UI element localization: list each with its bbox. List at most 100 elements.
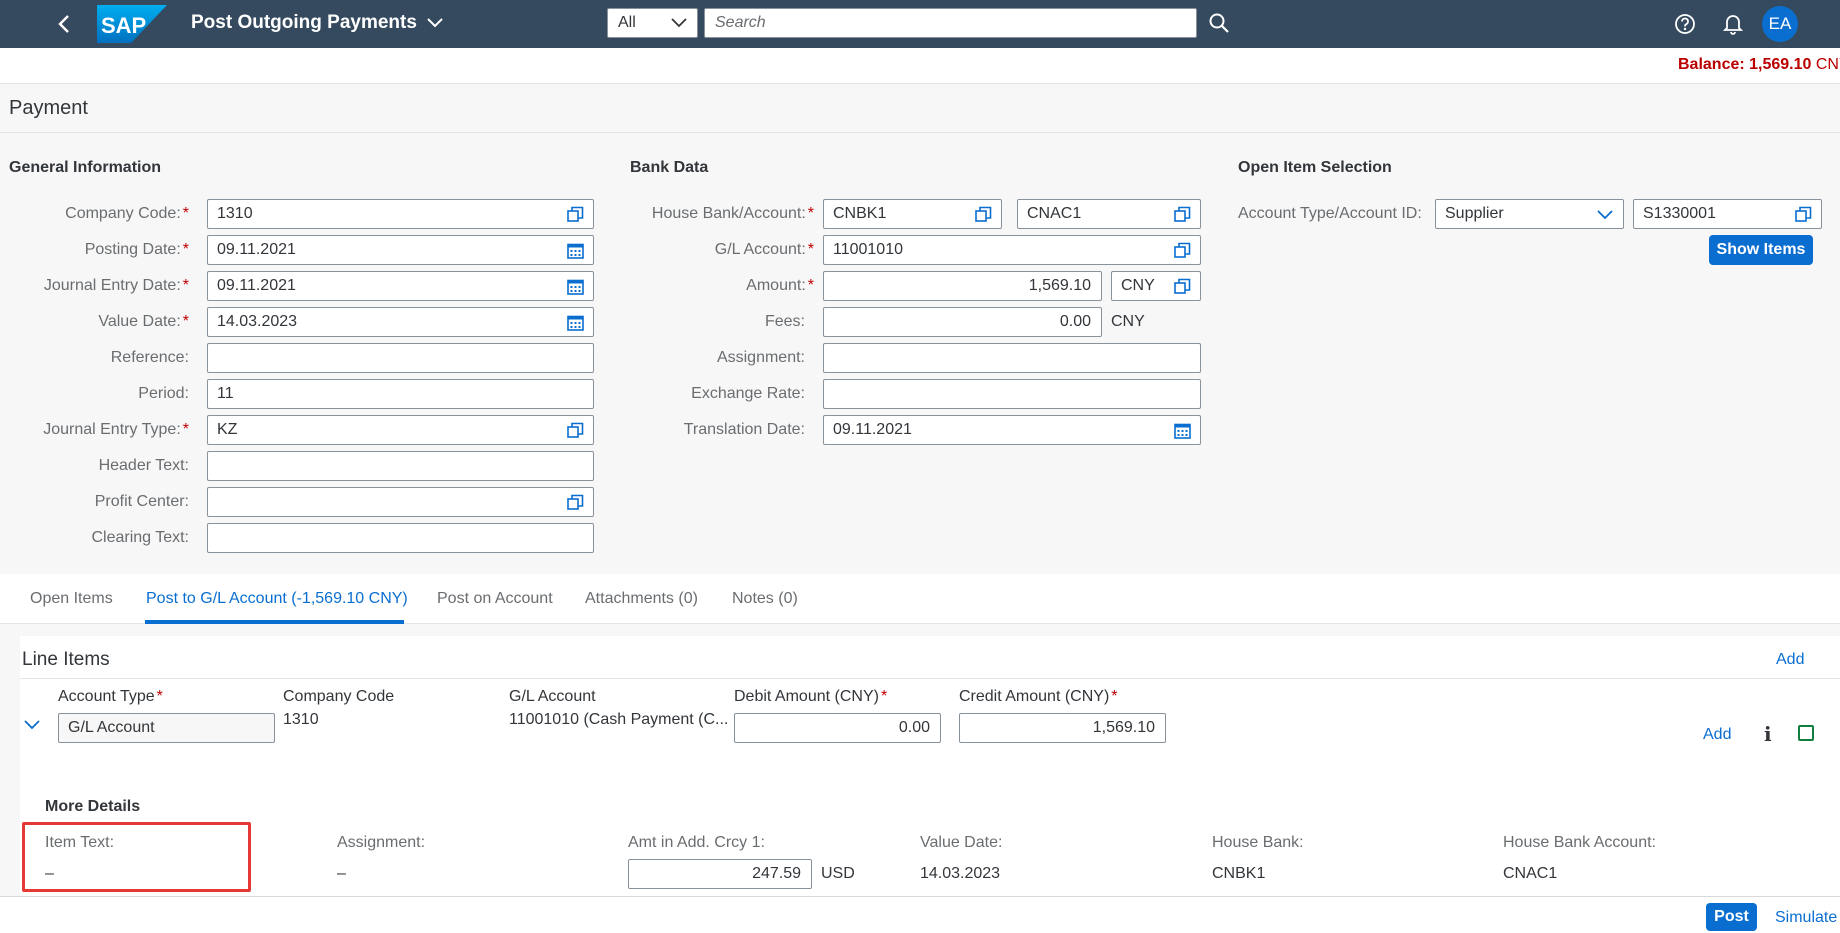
amt-add-crcy-field[interactable]: 247.59 <box>628 859 812 889</box>
show-items-button[interactable]: Show Items <box>1709 235 1813 265</box>
md-assignment-value: – <box>337 865 346 882</box>
bank-data-title: Bank Data <box>630 159 709 176</box>
header-text-label: Header Text: <box>98 457 189 474</box>
back-button[interactable] <box>50 10 78 38</box>
debit-amount-field[interactable]: 0.00 <box>734 713 941 743</box>
gl-account-label: G/L Account: * <box>714 241 814 258</box>
exchange-rate-label: Exchange Rate: <box>691 385 805 402</box>
profit-center-label: Profit Center: <box>94 493 189 510</box>
md-value-date-label: Value Date: <box>920 834 1003 851</box>
simulate-button[interactable]: Simulate <box>1775 909 1837 927</box>
tab-attachments[interactable]: Attachments (0) <box>585 590 698 608</box>
balance-label: Balance: 1,569.10 <box>1678 56 1812 73</box>
gl-account-field[interactable]: 11001010 <box>823 235 1201 265</box>
balance-currency: CNY <box>1815 56 1840 73</box>
chevron-down-icon <box>671 18 687 28</box>
row-gl-account: 11001010 (Cash Payment (C... <box>509 711 729 728</box>
amount-label: Amount: * <box>746 277 814 294</box>
clearing-text-field[interactable] <box>207 523 594 553</box>
search-input[interactable]: Search <box>704 8 1197 38</box>
col-debit-amount: Debit Amount (CNY) * <box>734 688 888 705</box>
post-button[interactable]: Post <box>1706 903 1757 931</box>
search-icon[interactable] <box>1208 12 1230 34</box>
reference-field[interactable] <box>207 343 594 373</box>
fees-currency: CNY <box>1111 313 1145 330</box>
amt-add-crcy-currency: USD <box>821 865 855 882</box>
col-gl-account: G/L Account <box>509 688 596 705</box>
general-info-title: General Information <box>9 159 162 176</box>
avatar-initials: EA <box>1768 14 1792 33</box>
row-add-link[interactable]: Add <box>1703 726 1731 744</box>
app-title-text: Post Outgoing Payments <box>191 12 417 33</box>
translation-date-label: Translation Date: <box>683 421 805 438</box>
journal-entry-date-field[interactable]: 09.11.2021 <box>207 271 594 301</box>
tab-bar: Open Items Post to G/L Account (-1,569.1… <box>0 574 1840 624</box>
translation-date-field[interactable]: 09.11.2021 <box>823 415 1201 445</box>
exchange-rate-field[interactable] <box>823 379 1201 409</box>
collapse-chevron-icon[interactable] <box>24 719 40 731</box>
shell-bar: SAP Post Outgoing Payments All Search EA <box>0 0 1840 48</box>
help-button[interactable] <box>1672 11 1698 37</box>
balance-indicator: Balance: 1,569.10 CNY <box>1678 56 1840 74</box>
value-help-icon[interactable] <box>1174 278 1191 295</box>
balance-bar: Balance: 1,569.10 CNY <box>0 48 1840 84</box>
value-help-icon[interactable] <box>1795 206 1812 223</box>
fees-label: Fees: <box>764 313 805 330</box>
amount-currency-field[interactable]: CNY <box>1111 271 1201 301</box>
tab-open-items[interactable]: Open Items <box>30 590 113 608</box>
search-placeholder: Search <box>715 14 766 31</box>
calendar-icon[interactable] <box>567 278 584 295</box>
fees-field[interactable]: 0.00 <box>823 307 1102 337</box>
account-type-field[interactable]: G/L Account <box>58 713 275 743</box>
value-help-icon[interactable] <box>567 494 584 511</box>
value-help-icon[interactable] <box>975 206 992 223</box>
company-code-field[interactable]: 1310 <box>207 199 594 229</box>
period-label: Period: <box>138 385 189 402</box>
house-bank-account-field[interactable]: CNAC1 <box>1017 199 1201 229</box>
app-title[interactable]: Post Outgoing Payments <box>191 12 443 34</box>
profit-center-field[interactable] <box>207 487 594 517</box>
open-item-selection-title: Open Item Selection <box>1238 159 1392 176</box>
row-company-code: 1310 <box>283 711 319 728</box>
md-value-date-value: 14.03.2023 <box>920 865 1001 882</box>
calendar-icon[interactable] <box>567 314 584 331</box>
row-checkbox[interactable] <box>1798 725 1814 741</box>
chevron-left-icon <box>58 15 69 33</box>
tab-post-to-gl-account[interactable]: Post to G/L Account (-1,569.10 CNY) <box>146 590 408 608</box>
md-assignment-label: Assignment: <box>337 834 426 851</box>
period-field[interactable]: 11 <box>207 379 594 409</box>
value-help-icon[interactable] <box>567 422 584 439</box>
amt-add-crcy-label: Amt in Add. Crcy 1: <box>628 834 765 851</box>
value-date-field[interactable]: 14.03.2023 <box>207 307 594 337</box>
amount-field[interactable]: 1,569.10 <box>823 271 1102 301</box>
calendar-icon[interactable] <box>567 242 584 259</box>
line-items-panel <box>20 636 1840 896</box>
notifications-button[interactable] <box>1720 11 1746 37</box>
posting-date-field[interactable]: 09.11.2021 <box>207 235 594 265</box>
house-bank-field[interactable]: CNBK1 <box>823 199 1002 229</box>
bell-icon <box>1723 15 1743 35</box>
calendar-icon[interactable] <box>1174 422 1191 439</box>
tab-post-on-account[interactable]: Post on Account <box>437 590 553 608</box>
tab-notes[interactable]: Notes (0) <box>732 590 798 608</box>
tab-selected-indicator <box>145 620 404 624</box>
value-help-icon[interactable] <box>1174 206 1191 223</box>
line-items-title: Line Items <box>22 649 110 670</box>
value-help-icon[interactable] <box>1174 242 1191 259</box>
md-house-bank-label: House Bank: <box>1212 834 1304 851</box>
account-type-select[interactable]: Supplier <box>1435 199 1624 229</box>
journal-entry-type-field[interactable]: KZ <box>207 415 594 445</box>
account-id-field[interactable]: S1330001 <box>1633 199 1822 229</box>
avatar[interactable]: EA <box>1762 6 1798 42</box>
value-help-icon[interactable] <box>567 206 584 223</box>
header-text-field[interactable] <box>207 451 594 481</box>
credit-amount-field[interactable]: 1,569.10 <box>959 713 1166 743</box>
col-credit-amount: Credit Amount (CNY) * <box>959 688 1118 705</box>
company-code-label: Company Code: * <box>65 205 189 222</box>
sap-logo[interactable]: SAP <box>97 5 167 43</box>
reference-label: Reference: <box>110 349 189 366</box>
add-line-item-link[interactable]: Add <box>1776 651 1804 669</box>
search-scope-select[interactable]: All <box>607 8 698 38</box>
assignment-field[interactable] <box>823 343 1201 373</box>
info-icon[interactable]: i <box>1764 722 1772 746</box>
